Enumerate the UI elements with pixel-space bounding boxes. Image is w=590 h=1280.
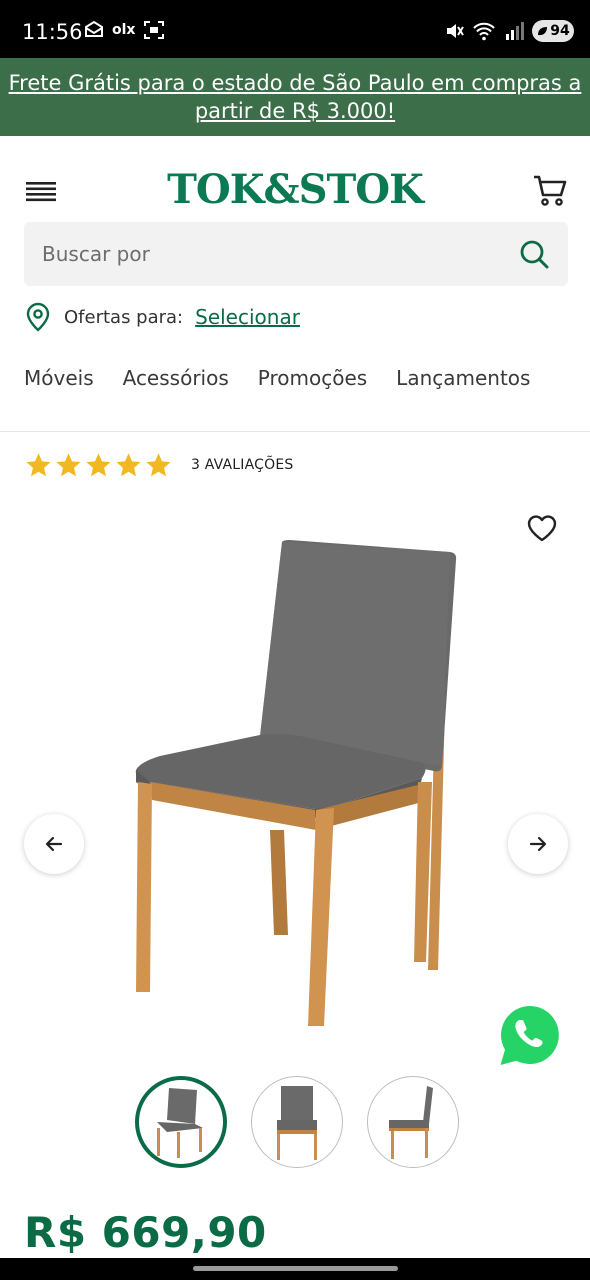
favorite-heart-icon[interactable] bbox=[526, 512, 558, 544]
category-nav: Móveis Acessórios Promoções Lançamentos bbox=[24, 366, 530, 390]
promo-banner[interactable]: Frete Grátis para o estado de São Paulo … bbox=[0, 58, 590, 136]
star-icon bbox=[146, 452, 171, 476]
system-navigation-bar bbox=[0, 1258, 590, 1280]
carousel-prev-button[interactable] bbox=[24, 814, 84, 874]
chair-thumbnail-image bbox=[389, 1086, 433, 1159]
site-header: TOK&STOK Ofertas para: Selecionar Móveis… bbox=[0, 136, 590, 432]
thumbnail-front[interactable] bbox=[251, 1076, 343, 1168]
star-rating bbox=[24, 451, 173, 480]
star-icon bbox=[26, 452, 51, 476]
nav-item-promocoes[interactable]: Promoções bbox=[258, 366, 367, 390]
cart-icon[interactable] bbox=[532, 172, 568, 208]
reviews-count[interactable]: 3 AVALIAÇÕES bbox=[191, 457, 294, 473]
product-price: R$ 669,90 bbox=[24, 1208, 267, 1257]
location-pin-icon bbox=[26, 302, 50, 332]
nav-item-acessorios[interactable]: Acessórios bbox=[123, 366, 229, 390]
search-icon[interactable] bbox=[518, 238, 550, 270]
mail-stack-icon bbox=[85, 20, 103, 37]
status-bar: 11:56 olx 94 bbox=[0, 0, 590, 58]
screen-capture-icon bbox=[144, 21, 165, 39]
nav-item-moveis[interactable]: Móveis bbox=[24, 366, 94, 390]
thumbnail-front-angle[interactable] bbox=[135, 1076, 227, 1168]
carousel-next-button[interactable] bbox=[508, 814, 568, 874]
battery-level: 94 bbox=[550, 23, 570, 39]
brand-logo[interactable]: TOK&STOK bbox=[0, 166, 590, 213]
product-image-chair bbox=[135, 540, 457, 1026]
mute-icon bbox=[447, 24, 464, 38]
search-input[interactable] bbox=[42, 222, 502, 286]
status-left-icons: olx bbox=[84, 20, 165, 40]
battery-indicator: 94 bbox=[532, 20, 574, 42]
offers-label: Ofertas para: bbox=[64, 306, 184, 328]
star-icon bbox=[86, 452, 111, 476]
chair-thumbnail-image bbox=[277, 1086, 317, 1160]
promo-text[interactable]: Frete Grátis para o estado de São Paulo … bbox=[9, 71, 582, 123]
status-time: 11:56 bbox=[22, 20, 83, 44]
battery-leaf-icon bbox=[538, 27, 548, 36]
wifi-icon bbox=[473, 22, 495, 41]
home-indicator[interactable] bbox=[193, 1266, 398, 1271]
location-offers: Ofertas para: Selecionar bbox=[24, 302, 300, 332]
search-bar bbox=[24, 222, 568, 286]
thumbnail-strip bbox=[135, 1076, 459, 1168]
arrow-left-icon bbox=[45, 836, 63, 852]
product-rating[interactable]: 3 AVALIAÇÕES bbox=[24, 448, 294, 482]
select-location-link[interactable]: Selecionar bbox=[195, 305, 300, 329]
arrow-right-icon bbox=[529, 836, 547, 852]
olx-icon: olx bbox=[112, 22, 136, 38]
chair-thumbnail-image bbox=[157, 1088, 203, 1158]
nav-item-lancamentos[interactable]: Lançamentos bbox=[396, 366, 530, 390]
star-icon bbox=[56, 452, 81, 476]
star-icon bbox=[116, 452, 141, 476]
whatsapp-chat-icon[interactable] bbox=[490, 996, 570, 1076]
status-right-icons: 94 bbox=[444, 20, 574, 42]
signal-icon bbox=[506, 22, 524, 40]
thumbnail-side[interactable] bbox=[367, 1076, 459, 1168]
